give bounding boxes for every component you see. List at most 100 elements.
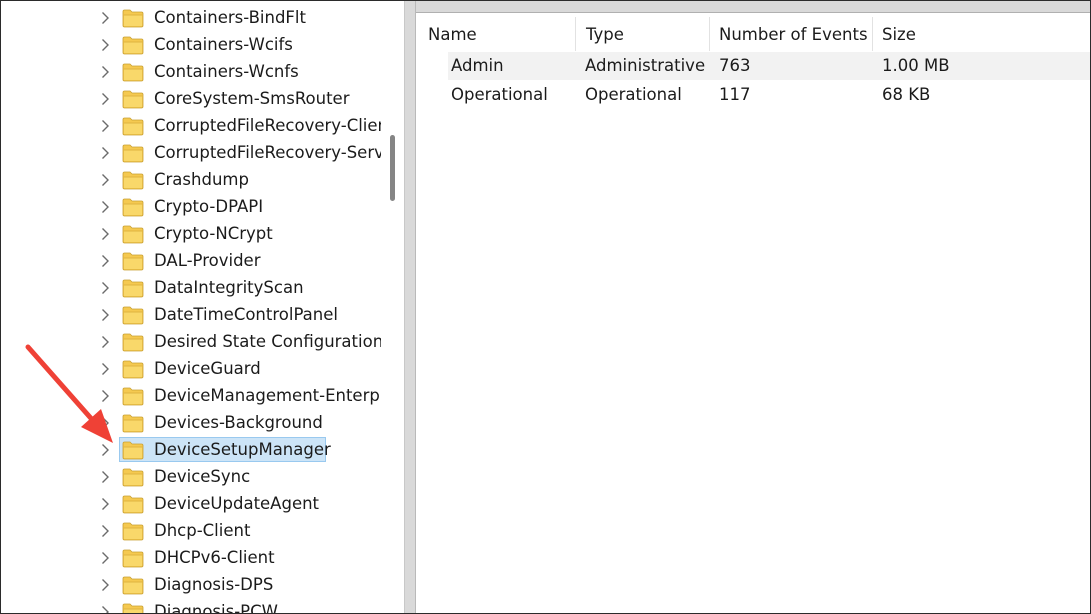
tree-item-label: CorruptedFileRecovery-Client: [154, 116, 381, 135]
tree-scrollbar-thumb[interactable]: [390, 135, 395, 201]
chevron-right-icon[interactable]: [101, 65, 110, 79]
chevron-right-icon[interactable]: [101, 254, 110, 268]
tree-item[interactable]: CorruptedFileRecovery-Client: [1, 113, 381, 140]
tree-item[interactable]: Diagnosis-PCW: [1, 599, 381, 613]
tree-item-label: DateTimeControlPanel: [154, 305, 338, 324]
chevron-right-icon[interactable]: [101, 227, 110, 241]
folder-icon: [122, 548, 144, 568]
chevron-right-icon[interactable]: [101, 335, 110, 349]
tree-item[interactable]: DAL-Provider: [1, 248, 381, 275]
tree-item[interactable]: DeviceUpdateAgent: [1, 491, 381, 518]
tree-item[interactable]: DeviceGuard: [1, 356, 381, 383]
tree-item[interactable]: Crashdump: [1, 167, 381, 194]
chevron-right-icon[interactable]: [101, 578, 110, 592]
cell-size: 68 KB: [882, 85, 931, 104]
chevron-right-icon[interactable]: [101, 119, 110, 133]
tree-item[interactable]: Diagnosis-DPS: [1, 572, 381, 599]
grid-top-border: [416, 1, 1090, 13]
tree-item-label: DeviceManagement-Enterprise: [154, 386, 381, 405]
column-header-label: Type: [586, 25, 624, 44]
folder-icon: [122, 494, 144, 514]
cell-events: 763: [719, 56, 751, 75]
tree-item-label: Containers-BindFlt: [154, 8, 306, 27]
tree-item-label: DeviceSync: [154, 467, 251, 486]
folder-icon: [122, 8, 144, 28]
folder-icon: [122, 35, 144, 55]
log-tree-pane: Containers-BindFlt Containers-Wcifs Contai…: [1, 1, 381, 613]
pane-splitter[interactable]: [404, 1, 416, 613]
table-row-operational[interactable]: Operational Operational 117 68 KB: [448, 81, 1090, 109]
tree-scrollbar[interactable]: [382, 1, 404, 613]
column-header-number-of-events[interactable]: Number of Events: [710, 13, 873, 51]
chevron-right-icon[interactable]: [101, 605, 110, 613]
chevron-right-icon[interactable]: [101, 416, 110, 430]
folder-icon: [122, 224, 144, 244]
log-table: Name Type Number of Events Size Admin Ad…: [416, 13, 1090, 613]
folder-icon: [122, 413, 144, 433]
tree-item[interactable]: CoreSystem-SmsRouter: [1, 86, 381, 113]
cell-type: Administrative: [585, 56, 706, 75]
chevron-right-icon[interactable]: [101, 443, 110, 457]
cell-name: Admin: [451, 56, 504, 75]
tree-item-label: Containers-Wcifs: [154, 35, 293, 54]
tree-item[interactable]: Containers-Wcifs: [1, 32, 381, 59]
tree-item[interactable]: Desired State Configuration: [1, 329, 381, 356]
tree-item[interactable]: Containers-BindFlt: [1, 5, 381, 32]
chevron-right-icon[interactable]: [101, 200, 110, 214]
cell-type: Operational: [585, 85, 682, 104]
tree-item-label: Dhcp-Client: [154, 521, 251, 540]
tree-item[interactable]: DataIntegrityScan: [1, 275, 381, 302]
folder-icon: [122, 143, 144, 163]
column-header-name[interactable]: Name: [416, 13, 576, 51]
folder-icon: [122, 521, 144, 541]
chevron-right-icon[interactable]: [101, 92, 110, 106]
tree-item-label: Diagnosis-PCW: [154, 602, 278, 613]
chevron-right-icon[interactable]: [101, 362, 110, 376]
chevron-right-icon[interactable]: [101, 497, 110, 511]
column-header-label: Number of Events: [719, 25, 868, 44]
tree-item[interactable]: Crypto-DPAPI: [1, 194, 381, 221]
tree-item[interactable]: DeviceManagement-Enterprise: [1, 383, 381, 410]
folder-icon: [122, 116, 144, 136]
cell-size: 1.00 MB: [882, 56, 950, 75]
folder-icon: [122, 359, 144, 379]
folder-icon: [122, 278, 144, 298]
chevron-right-icon[interactable]: [101, 11, 110, 25]
event-viewer-window: Containers-BindFlt Containers-Wcifs Contai…: [0, 0, 1091, 614]
tree-item[interactable]: Devices-Background: [1, 410, 381, 437]
tree-item[interactable]: Crypto-NCrypt: [1, 221, 381, 248]
folder-icon: [122, 197, 144, 217]
tree-item[interactable]: DeviceSync: [1, 464, 381, 491]
tree-item[interactable]: DateTimeControlPanel: [1, 302, 381, 329]
chevron-right-icon[interactable]: [101, 524, 110, 538]
folder-icon: [122, 467, 144, 487]
folder-icon: [122, 386, 144, 406]
column-header-type[interactable]: Type: [576, 13, 709, 51]
tree-item-label: DataIntegrityScan: [154, 278, 304, 297]
chevron-right-icon[interactable]: [101, 146, 110, 160]
chevron-right-icon[interactable]: [101, 551, 110, 565]
chevron-right-icon[interactable]: [101, 389, 110, 403]
chevron-right-icon[interactable]: [101, 281, 110, 295]
tree-item[interactable]: DeviceSetupManager: [1, 437, 381, 464]
chevron-right-icon[interactable]: [101, 173, 110, 187]
column-header-size[interactable]: Size: [873, 13, 1090, 51]
folder-icon: [122, 251, 144, 271]
tree-item[interactable]: CorruptedFileRecovery-Server: [1, 140, 381, 167]
tree-item-label: DeviceSetupManager: [154, 440, 331, 459]
tree-item-label: DeviceGuard: [154, 359, 261, 378]
tree-item-label: Crypto-DPAPI: [154, 197, 264, 216]
column-header-label: Name: [428, 25, 477, 44]
table-row-admin[interactable]: Admin Administrative 763 1.00 MB: [448, 52, 1090, 80]
folder-icon: [122, 89, 144, 109]
chevron-right-icon[interactable]: [101, 38, 110, 52]
cell-name: Operational: [451, 85, 548, 104]
chevron-right-icon[interactable]: [101, 308, 110, 322]
tree-item[interactable]: Dhcp-Client: [1, 518, 381, 545]
tree-item-label: CoreSystem-SmsRouter: [154, 89, 350, 108]
tree-item-label: Devices-Background: [154, 413, 323, 432]
chevron-right-icon[interactable]: [101, 470, 110, 484]
tree-item[interactable]: DHCPv6-Client: [1, 545, 381, 572]
tree-item[interactable]: Containers-Wcnfs: [1, 59, 381, 86]
folder-icon: [122, 62, 144, 82]
